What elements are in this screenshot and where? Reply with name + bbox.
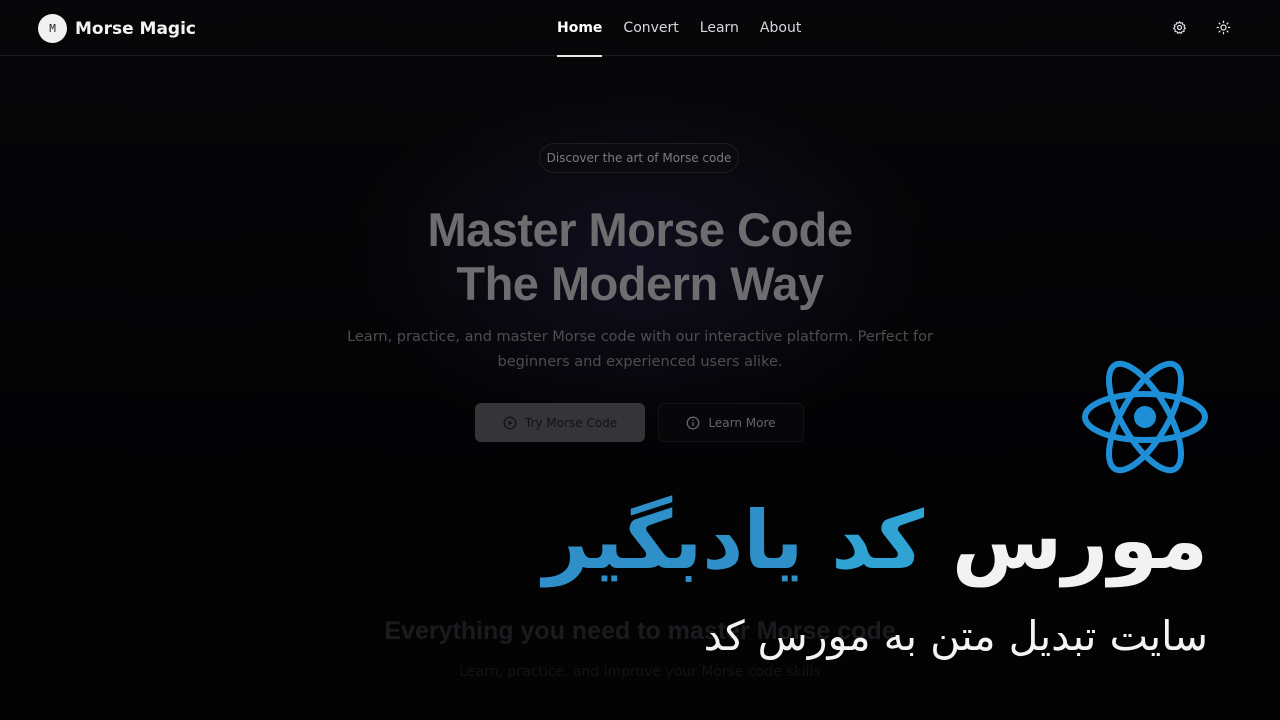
learn-more-label: Learn More [708, 415, 776, 430]
hero-pill: Discover the art of Morse code [539, 143, 739, 173]
sun-icon[interactable] [1214, 18, 1232, 36]
brand-name: Morse Magic [75, 18, 197, 39]
react-icon [1082, 360, 1208, 474]
hero-description: Learn, practice, and master Morse code w… [347, 329, 933, 370]
gear-icon[interactable] [1170, 18, 1188, 36]
overlay-title-word1: مورس [951, 494, 1208, 587]
nav-icons [1170, 18, 1232, 36]
overlay-title-word3: یادبگیر [543, 494, 804, 587]
nav-convert[interactable]: Convert [623, 0, 678, 56]
nav-home[interactable]: Home [557, 0, 603, 57]
nav-learn[interactable]: Learn [700, 0, 739, 56]
hero-headline-line1: Master Morse Code [427, 203, 853, 256]
brand-logo: M [38, 14, 67, 43]
overlay-subtitle: سایت تبدیل متن به مورس کد [703, 612, 1208, 660]
overlay-title: مورس کد یادبگیر [543, 486, 1208, 596]
play-circle-icon [503, 416, 517, 429]
learn-more-button[interactable]: Learn More [658, 403, 804, 442]
hero-headline: Master Morse Code The Modern Way [340, 203, 940, 311]
page: Discover the art of Morse code Master Mo… [0, 0, 1280, 720]
features-subtitle: Learn, practice, and improve your Morse … [459, 664, 821, 680]
main-nav: Home Convert Learn About [557, 0, 801, 57]
brand[interactable]: M Morse Magic [38, 14, 196, 43]
try-morse-code-button[interactable]: Try Morse Code [475, 403, 645, 442]
hero-headline-line2: The Modern Way [456, 257, 824, 310]
info-circle-icon [686, 416, 700, 429]
nav-about[interactable]: About [760, 0, 801, 56]
try-morse-code-label: Try Morse Code [524, 415, 618, 430]
navbar: M Morse Magic Home Convert Learn About [0, 0, 1280, 57]
overlay-title-word2: کد [831, 494, 924, 587]
